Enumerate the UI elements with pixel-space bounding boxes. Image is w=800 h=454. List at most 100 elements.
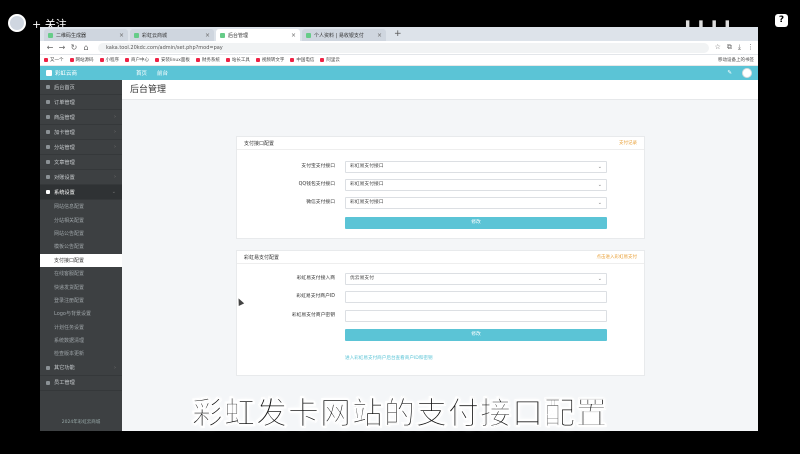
- form-row: 彩虹易支付商户ID: [237, 291, 646, 303]
- form-row: 支付宝支付接口 彩虹易支付接口 ⌄: [237, 161, 646, 173]
- tab-favicon-icon: [134, 32, 139, 38]
- star-icon[interactable]: ☆: [715, 43, 721, 52]
- save-button[interactable]: 修改: [345, 217, 607, 229]
- bookmark-item[interactable]: 又一个: [44, 57, 64, 63]
- bookmark-item[interactable]: 视频转文字: [255, 57, 284, 63]
- tab-favicon-icon: [306, 32, 311, 38]
- browser-tab[interactable]: 彩虹云商城 ×: [130, 29, 214, 41]
- tab-favicon-icon: [48, 32, 53, 38]
- bookmark-icon: [195, 58, 200, 62]
- epay-merchant-id-input[interactable]: [345, 291, 607, 303]
- bookmarks-bar: 又一个 网站源码 小程序 商户中心 安装linux面板 财务系统 站长工具 视频…: [40, 55, 758, 66]
- qqpay-interface-select[interactable]: 彩虹易支付接口 ⌄: [345, 179, 607, 191]
- sidebar-item[interactable]: 订单管理: [40, 95, 122, 110]
- epay-link[interactable]: 点击进入彩虹易支付: [597, 254, 638, 260]
- close-icon[interactable]: ×: [205, 32, 210, 39]
- gear-icon: [46, 190, 50, 194]
- browser-tab-bar: 二维码生成器 × 彩虹云商城 × 后台管理 × 个人资料 | 易收银支付 × +: [40, 27, 758, 41]
- bookmark-icon: [155, 58, 159, 62]
- chevron-right-icon: ›: [114, 174, 116, 180]
- sidebar-subitem[interactable]: 在线客服配置: [40, 267, 122, 280]
- edit-icon[interactable]: ✎: [727, 70, 732, 76]
- download-icon[interactable]: ⤓: [738, 43, 741, 52]
- sidebar-item-system-settings[interactable]: 系统设置 ⌄: [40, 185, 122, 200]
- bookmark-icon: [69, 58, 74, 62]
- form-row: 微信支付接口 彩虹易支付接口 ⌄: [237, 197, 646, 209]
- tab-favicon-icon: [220, 32, 225, 38]
- url-field[interactable]: kaka.tool.20kdc.com/admin/set.php?mod=pa…: [98, 42, 709, 53]
- box-icon: [46, 115, 50, 119]
- wxpay-interface-select[interactable]: 彩虹易支付接口 ⌄: [345, 197, 607, 209]
- panel-title: 支付接口配置: [244, 140, 275, 147]
- form-row: QQ钱包支付接口 彩虹易支付接口 ⌄: [237, 179, 646, 191]
- sidebar-subitem-pay-config[interactable]: 支付接口配置: [40, 253, 122, 267]
- chevron-right-icon: ›: [114, 129, 116, 135]
- back-icon[interactable]: ←: [44, 43, 56, 52]
- bookmark-item[interactable]: 站长工具: [225, 57, 250, 63]
- sidebar-subitem[interactable]: 快递发货配置: [40, 280, 122, 293]
- brand[interactable]: 彩虹云商: [46, 69, 122, 77]
- close-icon[interactable]: ×: [291, 32, 296, 39]
- file-icon: [46, 160, 50, 164]
- bookmark-item[interactable]: 商户中心: [125, 57, 149, 63]
- new-tab-button[interactable]: +: [388, 29, 408, 41]
- mobile-bookmarks[interactable]: 移动设备上的书签: [718, 57, 754, 63]
- sidebar-subitem[interactable]: 计划任务设置: [40, 321, 122, 334]
- panel-header: 支付接口配置 支付记录: [237, 137, 644, 150]
- sidebar-subitem[interactable]: Logo与背景设置: [40, 307, 122, 320]
- bookmark-item[interactable]: 安装linux面板: [155, 57, 190, 63]
- forward-icon[interactable]: →: [56, 43, 68, 52]
- user-avatar[interactable]: [742, 68, 752, 78]
- field-label: 微信支付接口: [306, 200, 335, 205]
- logo-icon: [46, 70, 52, 76]
- pay-records-link[interactable]: 支付记录: [619, 140, 637, 146]
- field-label: 支付宝支付接口: [301, 164, 335, 169]
- epay-help-link[interactable]: 进入彩虹易支付商户后台查看商户ID和密钥: [345, 355, 433, 361]
- close-icon[interactable]: ×: [377, 32, 382, 39]
- nav-link-home[interactable]: 首页: [136, 69, 147, 77]
- bookmark-item[interactable]: 网站源码: [69, 57, 94, 63]
- sidebar-subitem[interactable]: 系统数据清理: [40, 334, 122, 347]
- field-label: QQ钱包支付接口: [298, 182, 335, 187]
- browser-tab-active[interactable]: 后台管理 ×: [216, 29, 300, 41]
- nav-link-frontend[interactable]: 前台: [157, 69, 168, 77]
- main-content: 后台管理 支付接口配置 支付记录 支付宝支付接口 彩虹易支付接口 ⌄ QQ钱包支付…: [122, 80, 758, 431]
- sidebar-item[interactable]: 商品管理 ›: [40, 110, 122, 125]
- card-icon: [46, 130, 50, 134]
- home-icon[interactable]: ⌂: [80, 43, 92, 52]
- sidebar-item[interactable]: 分站管理 ›: [40, 140, 122, 155]
- sidebar-item[interactable]: 其它功能 ›: [40, 361, 122, 376]
- sidebar-subitem[interactable]: 网站公告配置: [40, 227, 122, 240]
- save-button[interactable]: 修改: [345, 329, 607, 341]
- bookmark-item[interactable]: 小程序: [99, 57, 119, 63]
- sidebar-subitem[interactable]: 登录注册配置: [40, 294, 122, 307]
- menu-icon[interactable]: ⋮: [747, 43, 754, 52]
- browser-tab[interactable]: 二维码生成器 ×: [44, 29, 128, 41]
- sidebar-item[interactable]: 后台首页: [40, 80, 122, 95]
- pay-interface-panel: 支付接口配置 支付记录 支付宝支付接口 彩虹易支付接口 ⌄ QQ钱包支付接口 彩虹…: [236, 136, 645, 239]
- sidebar-subitem[interactable]: 检查版本更新: [40, 347, 122, 360]
- sidebar-subitem[interactable]: 分站相关配置: [40, 213, 122, 226]
- alipay-interface-select[interactable]: 彩虹易支付接口 ⌄: [345, 161, 607, 173]
- chevron-down-icon: ⌄: [111, 189, 116, 195]
- close-icon[interactable]: ×: [119, 32, 124, 39]
- sidebar-subitem[interactable]: 模板公告配置: [40, 240, 122, 253]
- sidebar-item[interactable]: 加卡管理 ›: [40, 125, 122, 140]
- streamer-avatar[interactable]: [8, 14, 26, 32]
- sidebar-item[interactable]: 文章管理: [40, 155, 122, 170]
- bookmark-item[interactable]: 中国电信: [290, 57, 314, 63]
- help-icon[interactable]: ?: [775, 14, 788, 27]
- sidebar-subitem[interactable]: 网站信息配置: [40, 200, 122, 213]
- bookmark-item[interactable]: 阿里云: [320, 57, 340, 63]
- browser-tab[interactable]: 个人资料 | 易收银支付 ×: [302, 29, 386, 41]
- bookmark-icon: [290, 58, 295, 62]
- sidebar-item[interactable]: 对账设置 ›: [40, 170, 122, 185]
- bookmark-item[interactable]: 财务系统: [195, 57, 220, 63]
- extensions-icon[interactable]: ⧉: [727, 43, 732, 52]
- bookmark-icon: [99, 58, 104, 62]
- epay-merchant-key-input[interactable]: [345, 310, 607, 322]
- reload-icon[interactable]: ↻: [68, 43, 80, 52]
- field-label: 彩虹易支付接入商: [296, 276, 335, 281]
- epay-provider-select[interactable]: 优云易支付 ⌄: [345, 273, 607, 285]
- bookmark-icon: [125, 58, 129, 62]
